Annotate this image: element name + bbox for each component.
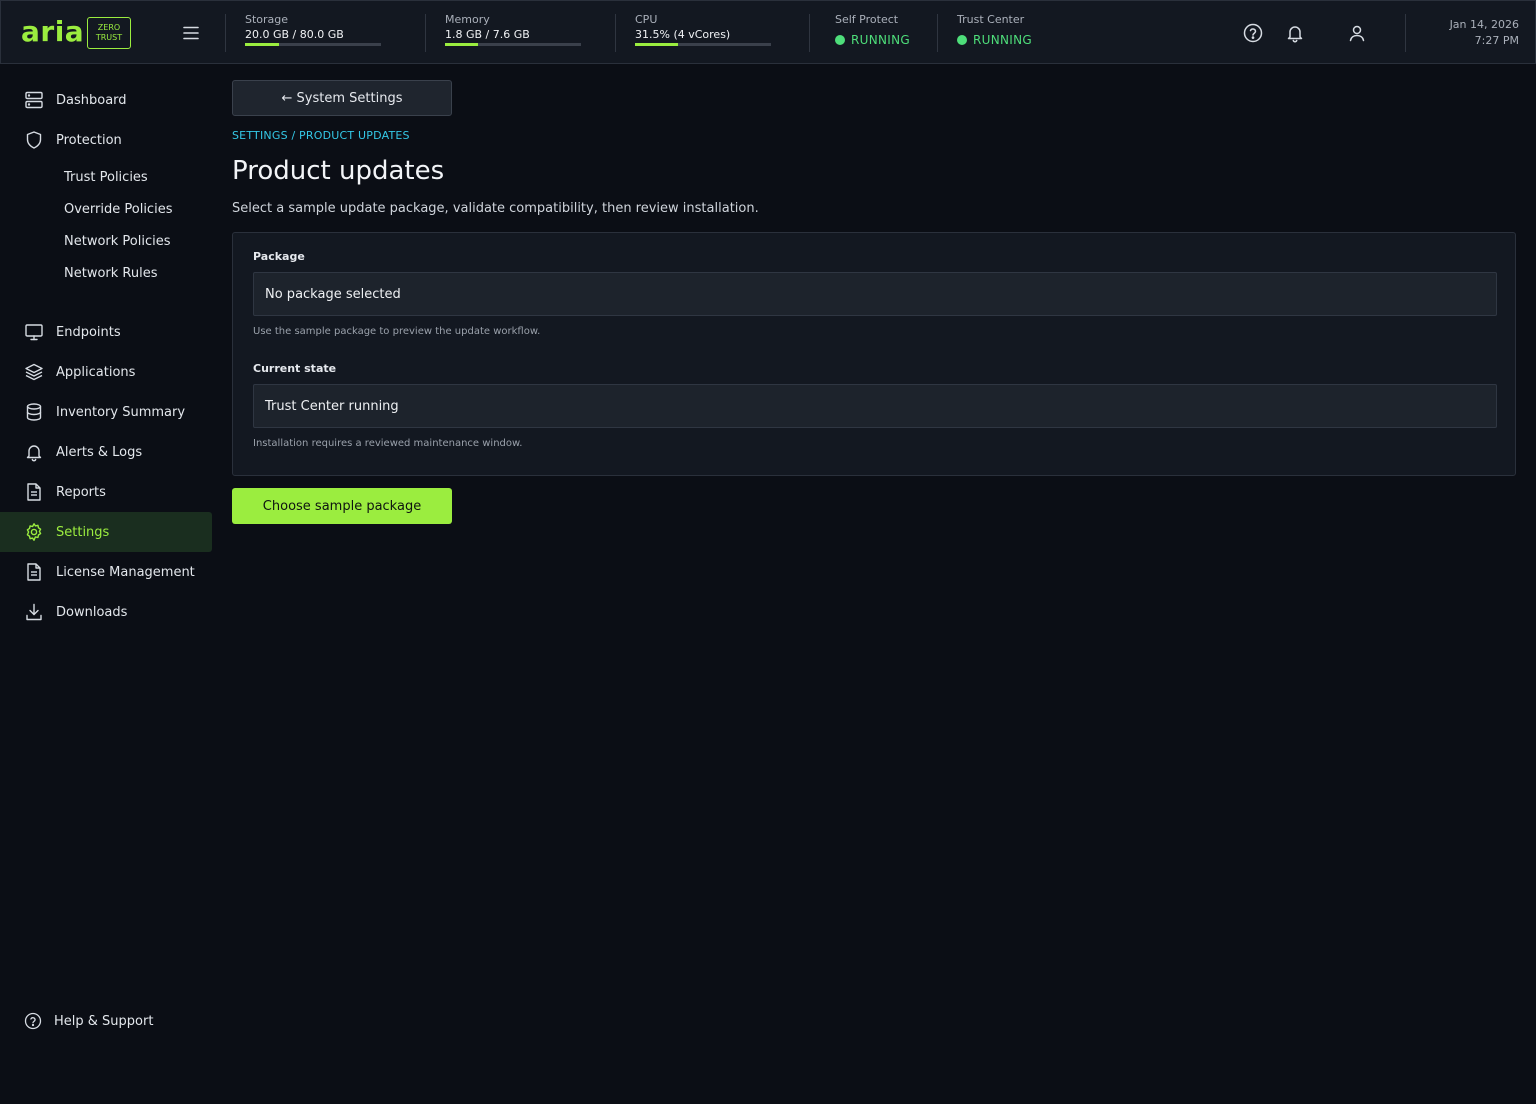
breadcrumb: SETTINGS / PRODUCT UPDATES <box>232 129 410 142</box>
sidebar: Dashboard Protection Trust Policies Over… <box>0 64 212 1104</box>
user-icon[interactable] <box>1346 22 1368 44</box>
sidebar-subitem-network-policies[interactable]: Network Policies <box>64 230 171 254</box>
trust-center-label: Trust Center <box>957 13 1025 26</box>
storage-label: Storage <box>245 13 289 26</box>
sidebar-item-endpoints[interactable]: Endpoints <box>0 312 212 352</box>
top-divider <box>937 14 938 52</box>
server-icon <box>24 90 44 110</box>
trust-center-value: RUNNING <box>957 33 1032 47</box>
sidebar-item-alerts-logs[interactable]: Alerts & Logs <box>0 432 212 472</box>
memory-bar <box>445 43 581 46</box>
current-state-help: Installation requires a reviewed mainten… <box>253 438 523 449</box>
help-support-link[interactable]: Help & Support <box>24 1012 153 1030</box>
document-icon <box>24 562 44 582</box>
self-protect-state: RUNNING <box>851 33 910 47</box>
sidebar-item-label: License Management <box>56 564 195 580</box>
package-help: Use the sample package to preview the up… <box>253 326 541 337</box>
sidebar-item-dashboard[interactable]: Dashboard <box>0 80 212 120</box>
help-icon[interactable] <box>1242 22 1264 44</box>
help-support-label: Help & Support <box>54 1013 154 1029</box>
date-time: Jan 14, 2026 7:27 PM <box>1450 17 1519 49</box>
database-icon <box>24 402 44 422</box>
self-protect-label: Self Protect <box>835 13 899 26</box>
sidebar-item-reports[interactable]: Reports <box>0 472 212 512</box>
sidebar-item-downloads[interactable]: Downloads <box>0 592 212 632</box>
current-date: Jan 14, 2026 <box>1449 18 1519 31</box>
memory-label: Memory <box>445 13 490 26</box>
top-divider <box>1405 14 1406 52</box>
help-circle-icon <box>24 1012 42 1030</box>
sidebar-item-label: Endpoints <box>56 324 121 340</box>
shield-icon <box>24 130 44 150</box>
sidebar-item-label: Protection <box>56 132 122 148</box>
sidebar-item-label: Downloads <box>56 604 128 620</box>
sidebar-item-label: Reports <box>56 484 106 500</box>
current-state-label: Current state <box>253 362 337 375</box>
trust-center-state: RUNNING <box>973 33 1032 47</box>
trust-center-status: Trust Center RUNNING <box>957 13 1032 47</box>
current-state-field: Trust Center running <box>253 384 1497 428</box>
memory-metric: Memory 1.8 GB / 7.6 GB <box>445 13 581 46</box>
self-protect-status: Self Protect RUNNING <box>835 13 910 47</box>
badge-line-2: TRUST <box>95 33 123 42</box>
bell-icon[interactable] <box>1284 22 1306 44</box>
top-divider <box>615 14 616 52</box>
bell-icon <box>24 442 44 462</box>
badge-line-1: ZERO <box>97 23 121 32</box>
top-divider <box>225 14 226 52</box>
memory-bar-fill <box>445 43 478 46</box>
download-icon <box>24 602 44 622</box>
sidebar-subitem-trust-policies[interactable]: Trust Policies <box>64 166 148 190</box>
sidebar-item-license-management[interactable]: License Management <box>0 552 212 592</box>
sidebar-item-label: Inventory Summary <box>56 404 186 420</box>
sidebar-item-protection[interactable]: Protection <box>0 120 212 160</box>
sidebar-subitem-network-rules[interactable]: Network Rules <box>64 262 157 286</box>
status-dot-icon <box>835 35 845 45</box>
layers-icon <box>24 362 44 382</box>
storage-value: 20.0 GB / 80.0 GB <box>245 28 344 41</box>
sidebar-item-label: Dashboard <box>56 92 127 108</box>
cpu-bar <box>635 43 771 46</box>
storage-metric: Storage 20.0 GB / 80.0 GB <box>245 13 381 46</box>
back-to-system-settings-button[interactable]: ← System Settings <box>232 80 452 116</box>
cpu-bar-fill <box>635 43 678 46</box>
self-protect-value: RUNNING <box>835 33 910 47</box>
page-title: Product updates <box>232 156 445 186</box>
zero-trust-badge: ZERO TRUST <box>87 17 131 49</box>
update-panel: Package No package selected Use the samp… <box>232 232 1516 476</box>
storage-bar-fill <box>245 43 279 46</box>
menu-icon[interactable] <box>181 23 201 43</box>
status-dot-icon <box>957 35 967 45</box>
sidebar-item-label: Alerts & Logs <box>56 444 143 460</box>
package-label: Package <box>253 250 305 263</box>
package-field: No package selected <box>253 272 1497 316</box>
cpu-label: CPU <box>635 13 658 26</box>
top-divider <box>809 14 810 52</box>
choose-sample-package-button[interactable]: Choose sample package <box>232 488 452 524</box>
memory-value: 1.8 GB / 7.6 GB <box>445 28 530 41</box>
brand-logo: aria <box>21 15 85 48</box>
sidebar-item-label: Applications <box>56 364 136 380</box>
sidebar-item-label: Settings <box>56 524 110 540</box>
page-description: Select a sample update package, validate… <box>232 201 759 216</box>
sidebar-subitem-override-policies[interactable]: Override Policies <box>64 198 172 222</box>
cpu-metric: CPU 31.5% (4 vCores) <box>635 13 771 46</box>
cpu-value: 31.5% (4 vCores) <box>635 28 731 41</box>
sidebar-item-settings[interactable]: Settings <box>0 512 212 552</box>
monitor-icon <box>24 322 44 342</box>
storage-bar <box>245 43 381 46</box>
top-bar: aria ZERO TRUST Storage 20.0 GB / 80.0 G… <box>0 0 1536 64</box>
sidebar-item-inventory-summary[interactable]: Inventory Summary <box>0 392 212 432</box>
sidebar-item-applications[interactable]: Applications <box>0 352 212 392</box>
gear-icon <box>24 522 44 542</box>
current-time: 7:27 PM <box>1474 34 1519 47</box>
document-icon <box>24 482 44 502</box>
top-divider <box>425 14 426 52</box>
